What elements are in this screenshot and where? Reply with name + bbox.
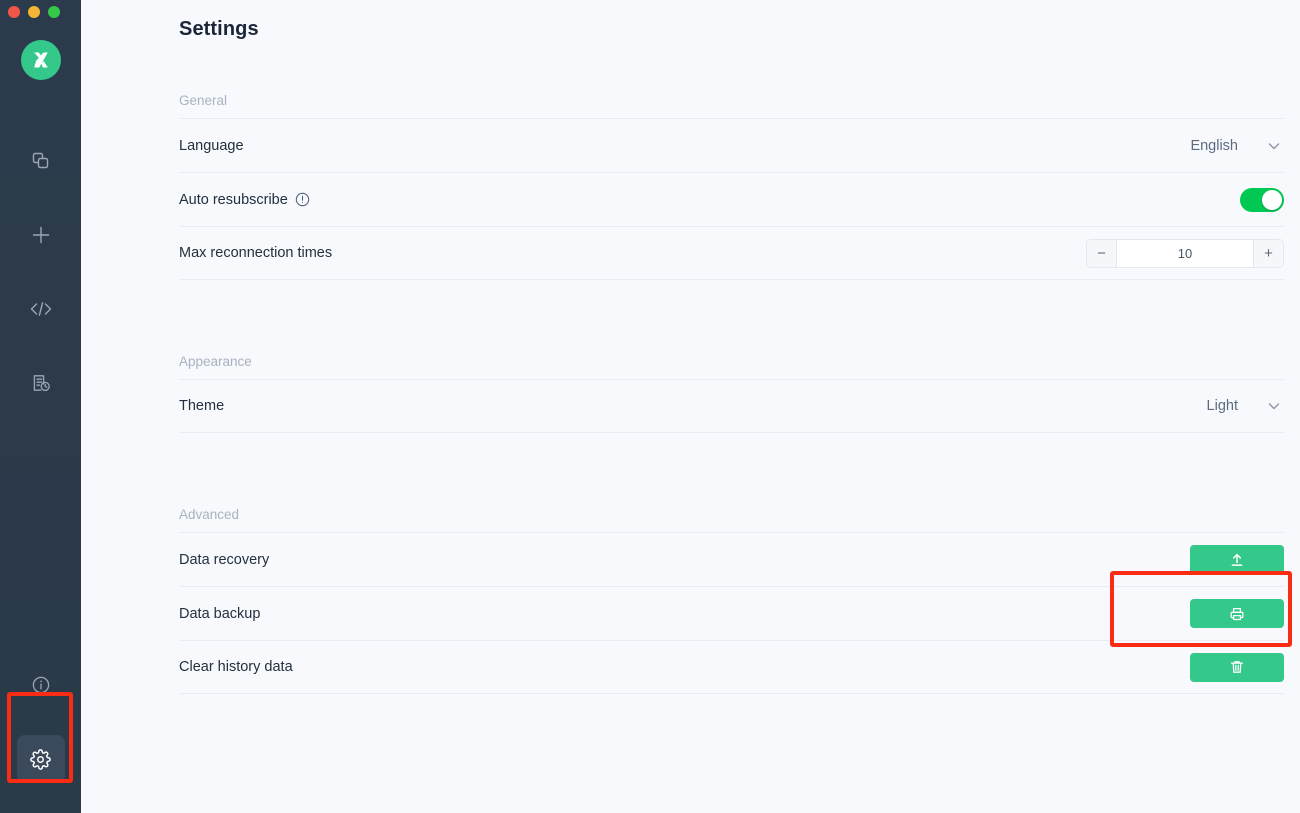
section-appearance: Appearance Theme Light: [179, 354, 1284, 433]
plus-icon: [30, 224, 52, 246]
theme-value: Light: [1206, 398, 1238, 414]
sidebar: [0, 0, 81, 813]
sidebar-item-scripts[interactable]: [17, 285, 65, 333]
window-traffic-lights: [8, 6, 60, 18]
maximize-window-button[interactable]: [48, 6, 60, 18]
sidebar-nav: [17, 137, 65, 433]
row-label-max-reconnection-times: Max reconnection times: [179, 245, 333, 261]
sidebar-item-settings[interactable]: [16, 735, 65, 783]
section-advanced: Advanced Data recovery Data backup Clear…: [179, 507, 1284, 694]
max-reconnection-stepper: − 10 +: [1086, 238, 1284, 268]
copy-squares-icon: [31, 151, 51, 171]
sidebar-item-new-connection[interactable]: [17, 211, 65, 259]
row-label-auto-resubscribe-text: Auto resubscribe: [179, 191, 288, 208]
app-window: Settings General Language English Auto r…: [0, 0, 1300, 813]
sidebar-item-about[interactable]: [17, 661, 65, 709]
language-value: English: [1190, 137, 1238, 154]
chevron-down-icon: [1266, 138, 1282, 154]
trash-icon: [1229, 659, 1245, 675]
auto-resubscribe-toggle[interactable]: [1240, 187, 1284, 212]
settings-page: Settings General Language English Auto r…: [81, 0, 1300, 813]
stepper-value[interactable]: 10: [1117, 239, 1253, 267]
row-theme: Theme Light: [179, 379, 1284, 433]
row-data-recovery: Data recovery: [179, 532, 1284, 586]
mqttx-logo: [20, 40, 61, 80]
stepper-increment-button[interactable]: +: [1253, 239, 1283, 267]
chevron-down-icon: [1266, 398, 1282, 414]
info-circle-icon: [31, 675, 51, 695]
section-label-general: General: [179, 93, 228, 108]
row-label-clear-history-data: Clear history data: [179, 659, 293, 675]
data-backup-button[interactable]: [1190, 599, 1284, 628]
row-auto-resubscribe: Auto resubscribe: [179, 172, 1284, 226]
stepper-decrement-button[interactable]: −: [1087, 239, 1117, 267]
minimize-window-button[interactable]: [28, 6, 40, 18]
row-label-data-backup: Data backup: [179, 605, 261, 622]
row-label-language: Language: [179, 137, 244, 154]
toggle-knob: [1262, 189, 1282, 210]
language-select[interactable]: English: [1190, 138, 1284, 154]
sidebar-item-log[interactable]: [17, 359, 65, 407]
row-label-theme: Theme: [179, 398, 225, 414]
row-language: Language English: [179, 118, 1284, 172]
sidebar-item-connections[interactable]: [17, 137, 65, 185]
row-label-auto-resubscribe: Auto resubscribe: [179, 192, 310, 208]
info-tooltip-icon[interactable]: [295, 192, 310, 207]
document-clock-icon: [31, 373, 51, 393]
upload-icon: [1229, 552, 1245, 568]
theme-select[interactable]: Light: [1207, 398, 1284, 414]
section-general: General Language English Auto resubscrib…: [179, 93, 1284, 280]
code-brackets-icon: [29, 299, 53, 319]
data-recovery-button[interactable]: [1190, 545, 1284, 574]
gear-icon: [30, 748, 51, 770]
clear-history-data-button[interactable]: [1190, 652, 1284, 682]
row-data-backup: Data backup: [179, 586, 1284, 640]
row-label-data-recovery: Data recovery: [179, 551, 270, 568]
close-window-button[interactable]: [8, 6, 20, 18]
section-label-appearance: Appearance: [179, 354, 252, 369]
page-title: Settings: [179, 18, 259, 40]
section-label-advanced: Advanced: [179, 507, 240, 522]
sidebar-nav-bottom: [16, 661, 65, 783]
row-clear-history-data: Clear history data: [179, 640, 1284, 694]
printer-save-icon: [1229, 606, 1245, 622]
row-max-reconnection-times: Max reconnection times − 10 +: [179, 226, 1284, 280]
